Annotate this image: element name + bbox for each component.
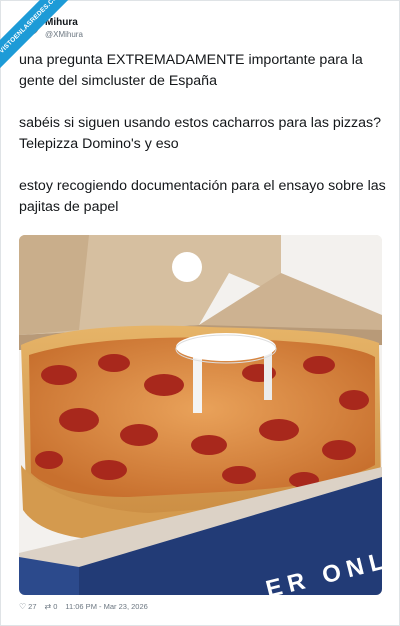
tweet-text: una pregunta EXTREMADAMENTE importante p… (19, 50, 389, 239)
author-name[interactable]: Mihura (45, 17, 78, 28)
like-action[interactable]: ♡ 27 (19, 602, 37, 611)
like-count: 27 (28, 602, 37, 611)
author-handle[interactable]: @XMihura (45, 30, 83, 39)
lid-hole (172, 252, 202, 282)
heart-icon: ♡ (19, 602, 27, 611)
retweet-count: 0 (53, 602, 58, 611)
tweet-card: VISTOENLASREDES.COM Mihura @XMihura una … (0, 0, 400, 626)
tweet-paragraph: sabéis si siguen usando estos cacharros … (19, 115, 381, 152)
tweet-paragraph: estoy recogiendo documentación para el e… (19, 178, 386, 215)
tweet-footer: ♡ 27 ⇄ 0 11:06 PM - Mar 23, 2026 (19, 602, 148, 611)
timestamp[interactable]: 11:06 PM - Mar 23, 2026 (65, 602, 147, 611)
tweet-paragraph: una pregunta EXTREMADAMENTE importante p… (19, 52, 363, 89)
pizza-photo: ER ONLI (19, 235, 382, 595)
retweet-action[interactable]: ⇄ 0 (45, 602, 58, 611)
tweet-photo[interactable]: ER ONLI (19, 235, 382, 595)
retweet-icon: ⇄ (44, 602, 52, 611)
